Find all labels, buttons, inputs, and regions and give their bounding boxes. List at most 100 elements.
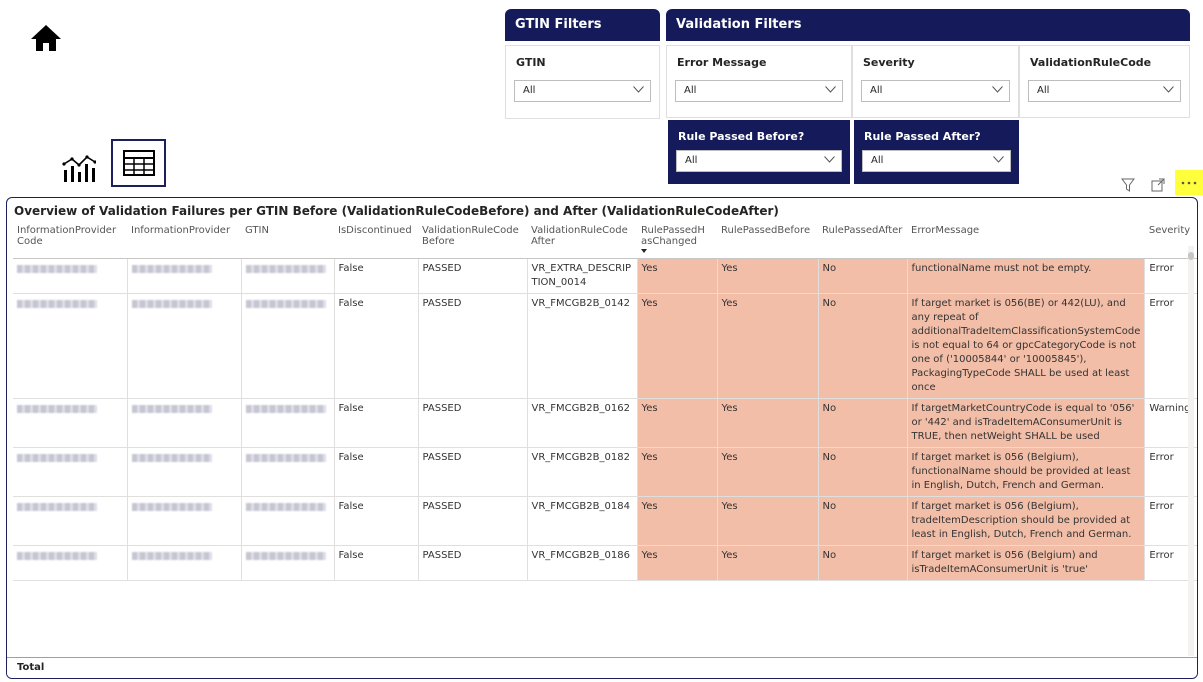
redacted-value: [131, 404, 212, 413]
column-header[interactable]: ErrorMessage: [907, 222, 1145, 259]
column-header-label: RulePassedH asChanged: [641, 225, 705, 247]
severity-label: Severity: [863, 56, 915, 69]
table-cell: VR_FMCGB2B_0182: [526, 447, 637, 497]
rule-passed-before-value: All: [685, 155, 698, 166]
focus-mode-icon[interactable]: [1151, 177, 1165, 192]
rule-passed-before-slicer: Rule Passed Before? All: [668, 120, 850, 184]
validation-rule-code-value: All: [1037, 85, 1050, 96]
gtin-filters-header: GTIN Filters: [505, 9, 660, 41]
column-header[interactable]: ValidationRuleCode After: [527, 222, 637, 259]
table-cell: No: [817, 293, 907, 399]
redacted-value: [131, 502, 212, 511]
redacted-value: [17, 502, 97, 511]
table-row[interactable]: False PASSED VR_FMCGB2B_0142 Yes Yes No If tar…: [13, 293, 1197, 399]
validation-table-visual: Overview of Validation Failures per GTIN…: [6, 197, 1198, 679]
chevron-down-icon: [1163, 86, 1174, 93]
rule-passed-after-value: All: [871, 155, 884, 166]
table-cell: Yes: [636, 293, 717, 399]
redacted-cell: [240, 545, 334, 581]
scrollbar-thumb[interactable]: [1188, 252, 1194, 260]
redacted-value: [245, 551, 326, 560]
redacted-value: [17, 551, 97, 560]
column-header[interactable]: ValidationRuleCode Before: [418, 222, 527, 259]
table-cell: VR_EXTRA_DESCRIP TION_0014: [526, 258, 637, 294]
severity-value: All: [870, 85, 883, 96]
total-row: Total: [7, 657, 1197, 678]
redacted-cell: [13, 258, 127, 294]
table-cell: Yes: [636, 447, 717, 497]
redacted-value: [17, 299, 97, 308]
table-header-row: InformationProvider Code InformationProv…: [13, 222, 1197, 259]
table-cell: False: [333, 293, 418, 399]
severity-dropdown[interactable]: All: [861, 80, 1010, 102]
redacted-value: [245, 453, 326, 462]
validation-filters-header: Validation Filters: [666, 9, 1190, 41]
column-header[interactable]: InformationProvider Code: [13, 222, 127, 259]
column-header[interactable]: RulePassedAfter: [818, 222, 907, 259]
table-cell: Yes: [636, 258, 717, 294]
table-cell: Yes: [636, 545, 717, 581]
column-header[interactable]: IsDiscontinued: [334, 222, 418, 259]
rule-passed-after-dropdown[interactable]: All: [862, 150, 1011, 172]
table-nav-button[interactable]: [111, 139, 166, 187]
table-row[interactable]: False PASSED VR_EXTRA_DESCRIP TION_0014 Yes…: [13, 258, 1197, 294]
table-cell: False: [333, 447, 418, 497]
redacted-cell: [13, 447, 127, 497]
table-cell: PASSED: [417, 496, 527, 546]
column-header[interactable]: RulePassedBefore: [717, 222, 818, 259]
validation-rule-code-dropdown[interactable]: All: [1028, 80, 1181, 102]
table-cell: False: [333, 545, 418, 581]
redacted-cell: [126, 496, 241, 546]
redacted-cell: [240, 398, 334, 448]
table-cell: No: [817, 447, 907, 497]
vertical-scrollbar[interactable]: [1188, 246, 1194, 656]
gtin-dropdown[interactable]: All: [514, 80, 651, 102]
redacted-value: [131, 453, 212, 462]
redacted-value: [131, 299, 212, 308]
table-cell: PASSED: [417, 293, 527, 399]
column-header[interactable]: InformationProvider: [127, 222, 241, 259]
gtin-dropdown-value: All: [523, 85, 536, 96]
table-cell: functionalName must not be empty.: [906, 258, 1145, 294]
redacted-cell: [240, 258, 334, 294]
redacted-cell: [240, 496, 334, 546]
validation-table: InformationProvider Code InformationProv…: [13, 222, 1197, 581]
table-cell: If target market is 056 (Belgium), funct…: [906, 447, 1145, 497]
chevron-down-icon: [633, 86, 644, 93]
error-message-dropdown[interactable]: All: [675, 80, 843, 102]
error-message-label: Error Message: [677, 56, 767, 69]
table-cell: PASSED: [417, 447, 527, 497]
home-icon[interactable]: [28, 22, 64, 54]
table-row[interactable]: False PASSED VR_FMCGB2B_0162 Yes Yes No If tar…: [13, 398, 1197, 448]
table-cell: Yes: [636, 496, 717, 546]
table-cell: No: [817, 258, 907, 294]
more-options-button[interactable]: [1175, 170, 1203, 195]
column-header-sorted[interactable]: RulePassedH asChanged: [637, 222, 717, 259]
table-row[interactable]: False PASSED VR_FMCGB2B_0182 Yes Yes No If tar…: [13, 447, 1197, 497]
redacted-value: [17, 264, 97, 273]
redacted-cell: [240, 293, 334, 399]
table-cell: If target market is 056 (Belgium), trade…: [906, 496, 1145, 546]
table-cell: VR_FMCGB2B_0184: [526, 496, 637, 546]
redacted-cell: [13, 496, 127, 546]
redacted-value: [245, 299, 326, 308]
table-icon: [122, 150, 155, 176]
table-cell: Yes: [716, 496, 818, 546]
redacted-value: [131, 264, 212, 273]
table-row[interactable]: False PASSED VR_FMCGB2B_0184 Yes Yes No If tar…: [13, 496, 1197, 546]
filter-icon[interactable]: [1121, 177, 1135, 192]
chevron-down-icon: [825, 86, 836, 93]
table-cell: PASSED: [417, 258, 527, 294]
table-cell: No: [817, 398, 907, 448]
rule-passed-before-dropdown[interactable]: All: [676, 150, 842, 172]
error-message-slicer: Error Message All: [666, 45, 852, 118]
severity-slicer: Severity All: [852, 45, 1019, 118]
chart-icon[interactable]: [62, 154, 97, 184]
table-row[interactable]: False PASSED VR_FMCGB2B_0186 Yes Yes No If tar…: [13, 545, 1197, 581]
column-header[interactable]: GTIN: [241, 222, 334, 259]
gtin-slicer: GTIN All: [505, 45, 660, 119]
redacted-value: [17, 453, 97, 462]
redacted-cell: [13, 545, 127, 581]
redacted-value: [245, 502, 326, 511]
redacted-cell: [126, 293, 241, 399]
